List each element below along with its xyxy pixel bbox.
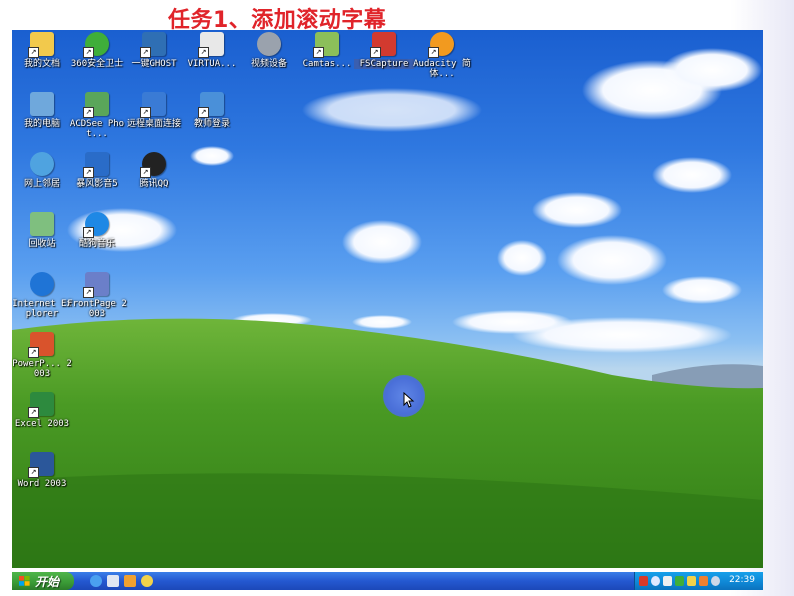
icon-label: 网上邻居 [23,179,60,189]
internet-explorer-icon [30,272,54,296]
icon-label: Excel 2003 [14,419,70,429]
icon-label: 我的电脑 [23,119,60,129]
speaker-tray-icon[interactable] [711,576,720,586]
icon-label: Audacity 简体... [413,59,471,79]
teacher-login-icon: ↗ [198,92,224,118]
show-desktop-icon[interactable] [107,575,119,587]
desktop-icon-my-documents[interactable]: ↗ 我的文档 [12,32,72,69]
desktop-icon-my-computer[interactable]: 我的电脑 [12,92,72,129]
recycle-bin-icon [30,212,54,236]
remote-desktop-icon: ↗ [140,92,166,118]
windows-logo-icon [19,576,30,586]
volume-tray-icon[interactable] [663,576,672,586]
desktop-icon-internet-explorer[interactable]: Internet Explorer [12,272,72,319]
taskbar: 开始 22:39 [12,572,763,590]
network-places-icon [30,152,54,176]
desktop-icon-teacher-login[interactable]: ↗ 教师登录 [182,92,242,129]
my-documents-icon: ↗ [28,32,54,58]
media-player-icon[interactable] [124,575,136,587]
powerpoint-icon: ↗ [28,332,54,358]
icon-label: 教师登录 [193,119,230,129]
icon-label: 我的文档 [23,59,60,69]
mouse-pointer-icon [403,392,415,408]
desktop-icon-video-device[interactable]: 视频设备 [239,32,299,69]
baofeng-icon: ↗ [83,152,109,178]
qq-icon: ↗ [140,152,166,178]
desktop-icon-virtual[interactable]: ↗ VIRTUA... [182,32,242,69]
virtual-drive-icon: ↗ [198,32,224,58]
360-security-icon: ↗ [83,32,109,58]
desktop-icon-baofeng[interactable]: ↗ 暴风影音5 [67,152,127,189]
icon-label: FrontPage 2003 [67,299,127,319]
icon-label: 视频设备 [250,59,287,69]
icon-label: PowerP... 2003 [12,359,72,379]
input-method-icon[interactable] [639,576,648,586]
frontpage-icon: ↗ [83,272,109,298]
desktop-icon-360[interactable]: ↗ 360安全卫士 [67,32,127,69]
desktop-icon-excel[interactable]: ↗ Excel 2003 [12,392,72,429]
icon-label: 一键GHOST [131,59,177,69]
desktop-icon-acdsee[interactable]: ↗ ACDSee Phot... [67,92,127,139]
icon-label: 360安全卫士 [70,59,124,69]
update-tray-icon[interactable] [699,576,708,586]
desktop-icon-kugou[interactable]: ↗ 酷狗音乐 [67,212,127,249]
security-tray-icon[interactable] [675,576,684,586]
excel-icon: ↗ [28,392,54,418]
icon-label: ACDSee Phot... [69,119,125,139]
camtasia-icon: ↗ [313,32,339,58]
clock[interactable]: 22:39 [729,575,755,585]
desktop-icon-fscapture[interactable]: ↗ FSCapture [354,32,414,69]
audacity-icon: ↗ [428,32,454,58]
desktop-icon-camtasia[interactable]: ↗ Camtas... [297,32,357,69]
start-button[interactable]: 开始 [12,572,74,590]
icon-label: VIRTUA... [187,59,237,69]
desktop-icon-word[interactable]: ↗ Word 2003 [12,452,72,489]
desktop-icon-powerpoint[interactable]: ↗ PowerP... 2003 [12,332,72,379]
desktop-icon-ghost[interactable]: ↗ 一键GHOST [124,32,184,69]
icon-label: Camtas... [302,59,352,69]
desktop[interactable]: ↗ 我的文档 ↗ 360安全卫士 ↗ 一键GHOST ↗ VIRTUA... 视… [12,30,763,568]
icon-label: 暴风影音5 [76,179,118,189]
ghost-icon: ↗ [140,32,166,58]
kugou-icon: ↗ [83,212,109,238]
desktop-icon-frontpage[interactable]: ↗ FrontPage 2003 [67,272,127,319]
desktop-icon-recycle-bin[interactable]: 回收站 [12,212,72,249]
qq-quicklaunch-icon[interactable] [141,575,153,587]
icon-label: 远程桌面连接 [126,119,181,129]
desktop-icon-remote-desktop[interactable]: ↗ 远程桌面连接 [124,92,184,129]
icon-label: Internet Explorer [12,299,72,319]
desktop-icon-qq[interactable]: ↗ 腾讯QQ [124,152,184,189]
fscapture-icon: ↗ [370,32,396,58]
qq-tray-icon[interactable] [687,576,696,586]
icon-label: Word 2003 [17,479,67,489]
webcam-icon [257,32,281,56]
icon-label: 回收站 [28,239,56,249]
my-computer-icon [30,92,54,116]
network-tray-icon[interactable] [651,576,660,586]
icon-label: 腾讯QQ [139,179,169,189]
start-label: 开始 [35,575,60,589]
desktop-icon-network-places[interactable]: 网上邻居 [12,152,72,189]
ie-quicklaunch-icon[interactable] [90,575,102,587]
icon-label: FSCapture [354,59,414,69]
system-tray: 22:39 [634,572,763,590]
icon-label: 酷狗音乐 [78,239,115,249]
acdsee-icon: ↗ [83,92,109,118]
desktop-icon-audacity[interactable]: ↗ Audacity 简体... [412,32,472,79]
word-icon: ↗ [28,452,54,478]
